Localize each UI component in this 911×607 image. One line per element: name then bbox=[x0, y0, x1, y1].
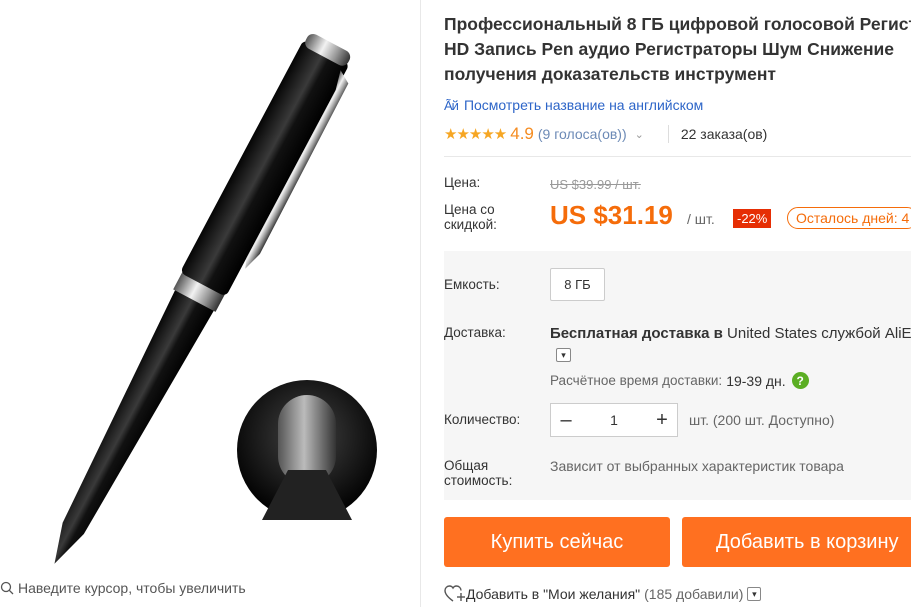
buy-now-button[interactable]: Купить сейчас bbox=[444, 517, 670, 567]
quantity-label: Количество: bbox=[444, 412, 521, 427]
zoom-hint-text: Наведите курсор, чтобы увеличить bbox=[18, 580, 246, 596]
old-price: US $39.99 / шт. bbox=[550, 177, 641, 192]
discount-price: US $31.19 bbox=[550, 200, 673, 230]
shipping-text: Бесплатная доставка в bbox=[550, 325, 723, 342]
zoom-hint: Наведите курсор, чтобы увеличить bbox=[0, 580, 246, 596]
shipping-destination: United States службой AliExpress bbox=[727, 325, 911, 342]
price-unit: / шт. bbox=[687, 211, 715, 227]
translate-title-link[interactable]: A͂й Посмотреть название на английском bbox=[444, 97, 703, 113]
rating-score: 4.9 bbox=[510, 124, 534, 143]
title-line: получения доказательств инструмент bbox=[444, 64, 776, 84]
rating-row: ★★★★★ 4.9 (9 голоса(ов)) ⌄ 22 заказа(ов) bbox=[444, 124, 767, 144]
eta-value: 19-39 дн. bbox=[726, 372, 786, 389]
price-label: Цена: bbox=[444, 175, 481, 190]
divider bbox=[667, 125, 669, 143]
orders-count: 22 заказа(ов) bbox=[680, 126, 768, 142]
title-line: Профессиональный 8 ГБ цифровой голосовой… bbox=[444, 14, 911, 34]
product-info-panel: Профессиональный 8 ГБ цифровой голосовой… bbox=[444, 0, 911, 607]
translate-icon: A͂й bbox=[444, 97, 459, 113]
magnifier-icon bbox=[0, 581, 14, 595]
divider bbox=[444, 156, 911, 157]
product-image bbox=[54, 33, 377, 564]
eta-label: Расчётное время доставки: bbox=[550, 373, 723, 388]
shipping-dropdown-chevron-icon[interactable]: ▾ bbox=[556, 348, 571, 362]
wishlist-count: (185 добавили) bbox=[644, 586, 744, 602]
minus-icon[interactable]: – bbox=[559, 410, 573, 430]
wishlist-text: Добавить в "Мои желания" bbox=[466, 586, 641, 602]
help-icon[interactable]: ? bbox=[791, 372, 809, 389]
shipping-info: Бесплатная доставка в United States служ… bbox=[550, 325, 911, 342]
chevron-down-icon[interactable]: ⌄ bbox=[635, 128, 644, 141]
capacity-label: Емкость: bbox=[444, 277, 500, 292]
star-rating-icon: ★★★★★ bbox=[444, 126, 507, 143]
product-title: Профессиональный 8 ГБ цифровой голосовой… bbox=[444, 12, 911, 87]
discount-badge: -22% bbox=[733, 209, 772, 228]
divider bbox=[420, 0, 421, 607]
title-line: HD Запись Pen аудио Регистраторы Шум Сни… bbox=[444, 39, 895, 59]
total-cost-value: Зависит от выбранных характеристик товар… bbox=[550, 458, 844, 474]
discount-price-label: Цена со скидкой: bbox=[444, 202, 497, 232]
quantity-stepper: – 1 + bbox=[550, 403, 678, 437]
product-image-area[interactable]: Наведите курсор, чтобы увеличить bbox=[0, 0, 420, 607]
shipping-label: Доставка: bbox=[444, 325, 506, 340]
total-cost-label: Общая стоимость: bbox=[444, 458, 513, 488]
heart-plus-icon bbox=[444, 585, 465, 602]
quantity-input[interactable]: 1 bbox=[610, 412, 618, 428]
plus-icon[interactable]: + bbox=[655, 410, 669, 430]
wishlist-row[interactable]: Добавить в "Мои желания" (185 добавили) … bbox=[444, 585, 762, 603]
availability-text: шт. (200 шт. Доступно) bbox=[689, 412, 835, 428]
days-left-badge: Осталось дней: 4 bbox=[787, 207, 911, 229]
chevron-down-icon[interactable]: ▾ bbox=[747, 587, 762, 601]
translate-link-text: Посмотреть название на английском bbox=[463, 97, 704, 113]
capacity-option-8gb[interactable]: 8 ГБ bbox=[550, 268, 605, 301]
votes-link[interactable]: (9 голоса(ов)) bbox=[538, 126, 627, 142]
add-to-cart-button[interactable]: Добавить в корзину bbox=[682, 517, 911, 567]
delivery-estimate: Расчётное время доставки: 19-39 дн. ? bbox=[550, 372, 809, 389]
